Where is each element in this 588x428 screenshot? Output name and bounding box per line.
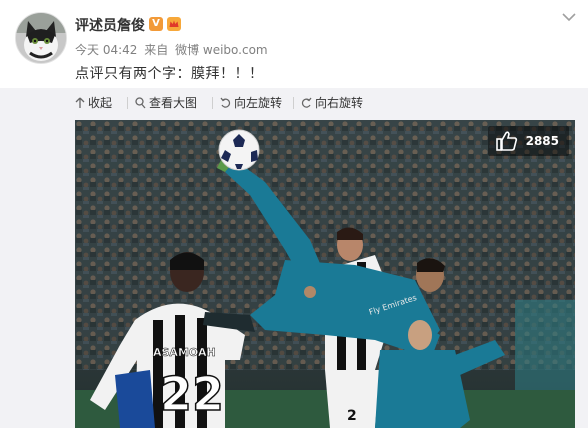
expanded-image-panel: 收起 查看大图 向左旋转 向右旋转 ASAMOAH 22 2 Fly Emira… [0, 88, 588, 428]
like-overlay[interactable]: 2885 [487, 126, 569, 156]
rotate-right-button[interactable]: 向右旋转 [301, 94, 363, 112]
post-photo[interactable]: ASAMOAH 22 2 Fly Emirates 2885 [75, 120, 575, 428]
post-text: 点评只有两个字：膜拜！！！ [75, 66, 264, 82]
rotate-left-label: 向左旋转 [234, 96, 283, 110]
post-header: 评述员詹俊 V 今天 04:42 来自 微博 weibo.com 点评只有两个字… [0, 0, 588, 88]
thumbs-up-icon [495, 131, 517, 151]
toolbar-divider [293, 97, 294, 109]
view-large-label: 查看大图 [149, 96, 198, 110]
collapse-button[interactable]: 收起 [75, 94, 112, 112]
post-source[interactable]: 微博 weibo.com [175, 43, 268, 57]
member-crown-icon[interactable] [166, 16, 182, 32]
toolbar-divider [212, 97, 213, 109]
avatar[interactable] [15, 12, 67, 64]
shorts-number-text: 2 [347, 408, 357, 424]
chevron-down-icon[interactable] [561, 10, 577, 24]
bicycle-kick-photo: ASAMOAH 22 2 Fly Emirates [75, 120, 575, 428]
arrow-up-icon [75, 97, 85, 108]
post-meta: 今天 04:42 来自 微博 weibo.com [75, 41, 271, 58]
verified-badge[interactable]: V [149, 17, 163, 31]
view-large-button[interactable]: 查看大图 [135, 94, 197, 112]
jersey-name-text: ASAMOAH [153, 346, 216, 359]
rotate-right-label: 向右旋转 [315, 96, 364, 110]
jersey-number-text: 22 [160, 367, 224, 421]
source-prefix: 来自 [144, 43, 169, 57]
rotate-left-icon [220, 97, 231, 108]
rotate-right-icon [301, 97, 312, 108]
collapse-label: 收起 [88, 96, 113, 110]
cat-avatar-image [16, 13, 66, 63]
like-count: 2885 [525, 134, 559, 148]
toolbar-divider [127, 97, 128, 109]
post-time[interactable]: 今天 04:42 [75, 43, 137, 57]
user-name[interactable]: 评述员詹俊 [75, 15, 145, 35]
rotate-left-button[interactable]: 向左旋转 [220, 94, 282, 112]
magnifier-icon [135, 97, 146, 109]
